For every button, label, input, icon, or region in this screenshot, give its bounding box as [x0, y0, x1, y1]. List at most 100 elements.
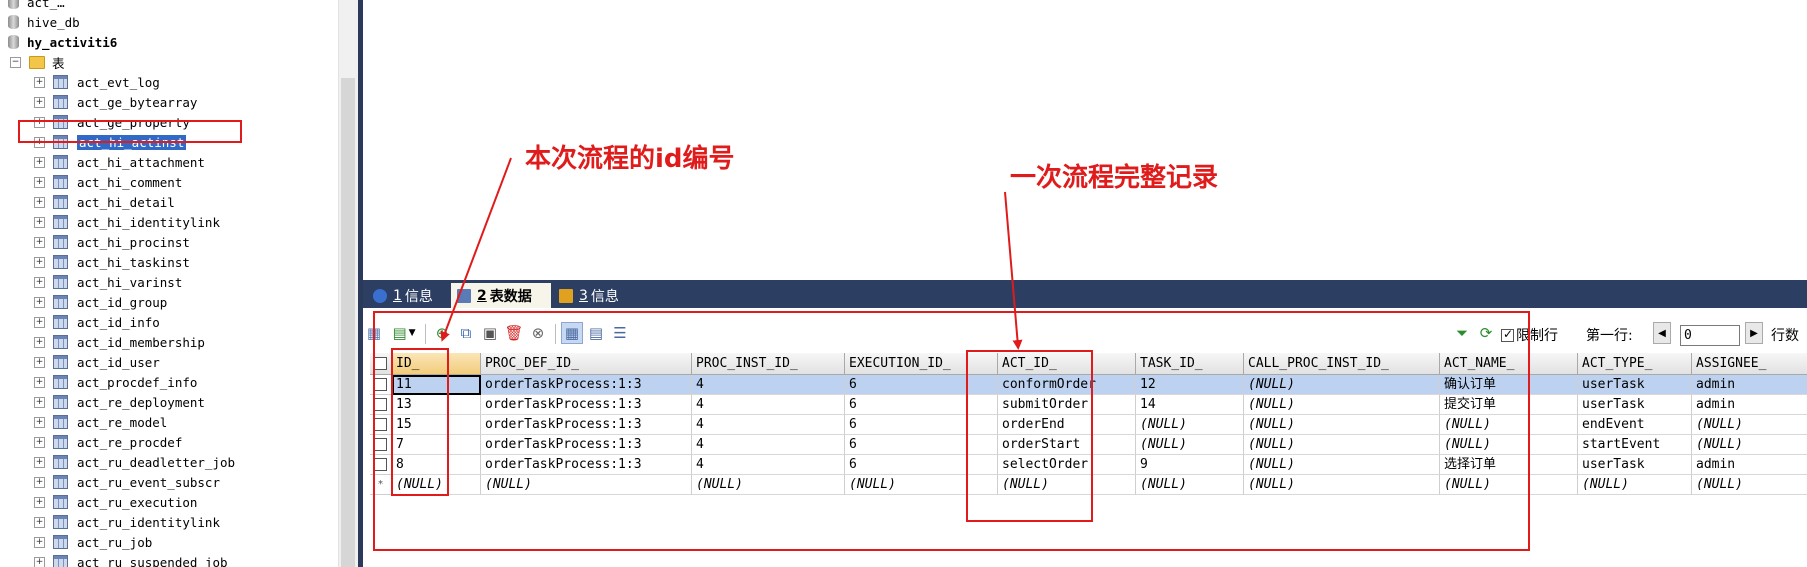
expand-icon[interactable]: + [34, 416, 45, 428]
expand-icon[interactable]: + [34, 476, 45, 488]
tree-table-item[interactable]: + act_re_deployment [34, 392, 205, 412]
database-label: hive_db [27, 14, 80, 30]
table-label: act_ru_execution [77, 494, 198, 510]
table-icon [53, 235, 68, 249]
table-icon [53, 395, 68, 409]
tree-table-item[interactable]: + act_hi_identitylink [34, 212, 220, 232]
expand-icon[interactable]: + [34, 556, 45, 567]
result-tabs: 1 信息 2 表数据 3 信息 [363, 280, 1807, 308]
table-icon [53, 275, 68, 289]
tree-table-item[interactable]: + act_ru_deadletter_job [34, 452, 235, 472]
expand-icon[interactable]: + [34, 516, 45, 528]
table-cell[interactable]: userTask [1578, 395, 1692, 415]
table-label: act_ru_event_subscr [77, 474, 220, 490]
expand-icon[interactable]: + [34, 276, 45, 288]
tree-table-item[interactable]: + act_ru_event_subscr [34, 472, 220, 492]
expand-icon[interactable]: + [34, 536, 45, 548]
tree-table-item[interactable]: + act_ru_identitylink [34, 512, 220, 532]
table-icon [53, 535, 68, 549]
tree-table-item[interactable]: + act_re_model [34, 412, 167, 432]
tree-table-item[interactable]: + act_hi_procinst [34, 232, 190, 252]
expand-icon[interactable]: + [34, 256, 45, 268]
table-icon [53, 155, 68, 169]
tree-table-item[interactable]: + act_hi_comment [34, 172, 182, 192]
table-cell[interactable]: admin [1692, 395, 1807, 415]
tree-table-item[interactable]: + act_hi_detail [34, 192, 175, 212]
table-cell[interactable]: endEvent [1578, 415, 1692, 435]
table-cell[interactable]: (NULL) [1578, 475, 1692, 495]
expand-icon[interactable]: + [34, 156, 45, 168]
tree-table-item[interactable]: + act_id_info [34, 312, 160, 332]
expand-icon[interactable]: + [34, 496, 45, 508]
folder-label: 表 [52, 55, 65, 71]
tree-table-item[interactable]: + act_procdef_info [34, 372, 197, 392]
tree-table-item[interactable]: + act_ru_job [34, 532, 152, 552]
tree-database-item[interactable]: hy_activiti6 [8, 32, 117, 52]
tree-item-partial[interactable]: act_… [8, 0, 65, 12]
expand-icon[interactable]: + [34, 336, 45, 348]
column-header[interactable]: ACT_TYPE_ [1578, 353, 1692, 375]
table-icon [53, 495, 68, 509]
table-cell[interactable]: (NULL) [1692, 435, 1807, 455]
expand-icon[interactable]: + [34, 176, 45, 188]
table-cell[interactable]: userTask [1578, 375, 1692, 395]
table-icon [53, 255, 68, 269]
table-label: act_ru_suspended_job [77, 554, 228, 567]
table-label: act_hi_taskinst [77, 254, 190, 270]
expand-icon[interactable]: + [34, 216, 45, 228]
tree-item-label: act_… [27, 0, 65, 10]
expand-icon[interactable]: + [34, 96, 45, 108]
tree-table-item[interactable]: + act_id_user [34, 352, 160, 372]
collapse-icon[interactable]: − [10, 56, 21, 68]
tree-table-item[interactable]: + act_evt_log [34, 72, 160, 92]
next-page-icon[interactable]: ▶ [1745, 322, 1763, 344]
expand-icon[interactable]: + [34, 376, 45, 388]
tab-number: 1 [393, 287, 402, 304]
tree-table-item[interactable]: + act_hi_taskinst [34, 252, 190, 272]
table-cell[interactable]: (NULL) [1692, 475, 1807, 495]
table-cell[interactable]: admin [1692, 375, 1807, 395]
tree-table-item[interactable]: + act_hi_attachment [34, 152, 205, 172]
tab-label: 信息 [590, 288, 619, 305]
expand-icon[interactable]: + [34, 296, 45, 308]
expand-icon[interactable]: + [34, 316, 45, 328]
tree-table-item[interactable]: + act_id_group [34, 292, 167, 312]
table-label: act_hi_varinst [77, 274, 183, 290]
table-icon [53, 295, 68, 309]
tab-1[interactable]: 1 信息 [367, 283, 449, 308]
tree-table-item[interactable]: + act_ge_bytearray [34, 92, 197, 112]
table-label: act_re_procdef [77, 434, 183, 450]
tree-table-item[interactable]: + act_id_membership [34, 332, 205, 352]
table-cell[interactable]: userTask [1578, 455, 1692, 475]
expand-icon[interactable]: + [34, 236, 45, 248]
table-icon [53, 435, 68, 449]
expand-icon[interactable]: + [34, 436, 45, 448]
expand-icon[interactable]: + [34, 76, 45, 88]
tree-database-item[interactable]: hive_db [8, 12, 80, 32]
tree-table-item[interactable]: + act_re_procdef [34, 432, 182, 452]
table-icon [457, 288, 471, 303]
expand-icon[interactable]: + [34, 396, 45, 408]
tree-table-item[interactable]: + act_ru_suspended_job [34, 552, 228, 567]
expand-icon[interactable]: + [34, 356, 45, 368]
table-icon [53, 75, 68, 89]
tree-table-item[interactable]: + act_ru_execution [34, 492, 197, 512]
tree-scrollbar-thumb[interactable] [341, 78, 355, 567]
table-label: act_re_deployment [77, 394, 205, 410]
table-cell[interactable]: (NULL) [1692, 415, 1807, 435]
expand-icon[interactable]: + [34, 456, 45, 468]
first-row-input[interactable]: 0 [1680, 325, 1740, 346]
expand-icon[interactable]: + [34, 196, 45, 208]
folder-icon [29, 55, 45, 69]
column-header[interactable]: ASSIGNEE_ [1692, 353, 1807, 375]
tree-folder-tables[interactable]: − 表 [10, 52, 65, 72]
table-cell[interactable]: admin [1692, 455, 1807, 475]
annotation-record-label: 一次流程完整记录 [1010, 163, 1219, 193]
prev-page-icon[interactable]: ◀ [1653, 322, 1671, 344]
tree-table-item[interactable]: + act_hi_varinst [34, 272, 182, 292]
tab-3[interactable]: 3 信息 [553, 283, 635, 308]
table-cell[interactable]: startEvent [1578, 435, 1692, 455]
database-icon [8, 35, 19, 49]
tab-2[interactable]: 2 表数据 [451, 283, 551, 308]
annotation-box-results [373, 311, 1530, 551]
